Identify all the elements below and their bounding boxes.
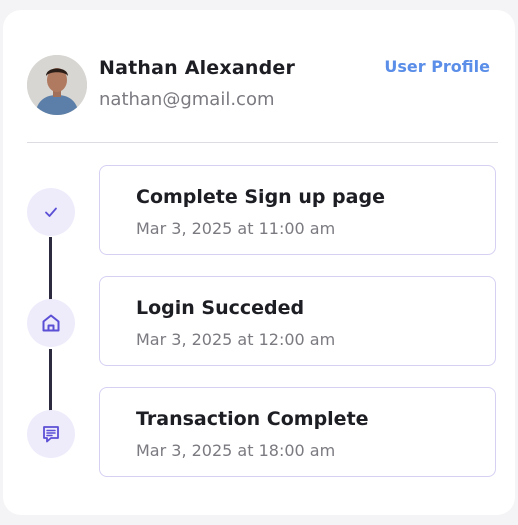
user-profile-link[interactable]: User Profile — [384, 57, 490, 76]
user-avatar-image — [27, 55, 87, 115]
event-title: Transaction Complete — [136, 408, 369, 430]
timeline-connector — [49, 349, 52, 415]
home-icon — [42, 314, 60, 332]
divider — [27, 142, 498, 143]
event-time: Mar 3, 2025 at 18:00 am — [136, 441, 336, 460]
event-title: Complete Sign up page — [136, 186, 385, 208]
timeline-node — [27, 410, 75, 458]
timeline-event-card[interactable]: Transaction Complete Mar 3, 2025 at 18:0… — [99, 387, 496, 477]
timeline-event-card[interactable]: Login Succeded Mar 3, 2025 at 12:00 am — [99, 276, 496, 366]
user-name: Nathan Alexander — [99, 57, 296, 79]
timeline-node — [27, 188, 75, 236]
timeline-node — [27, 299, 75, 347]
check-icon — [45, 207, 57, 217]
receipt-icon — [43, 426, 59, 443]
avatar — [27, 55, 87, 115]
timeline-connector — [49, 237, 52, 305]
user-email: nathan@gmail.com — [99, 89, 275, 110]
event-time: Mar 3, 2025 at 11:00 am — [136, 219, 336, 238]
activity-card: Nathan Alexander nathan@gmail.com User P… — [3, 10, 515, 515]
event-time: Mar 3, 2025 at 12:00 am — [136, 330, 336, 349]
timeline-event-card[interactable]: Complete Sign up page Mar 3, 2025 at 11:… — [99, 165, 496, 255]
event-title: Login Succeded — [136, 297, 305, 319]
